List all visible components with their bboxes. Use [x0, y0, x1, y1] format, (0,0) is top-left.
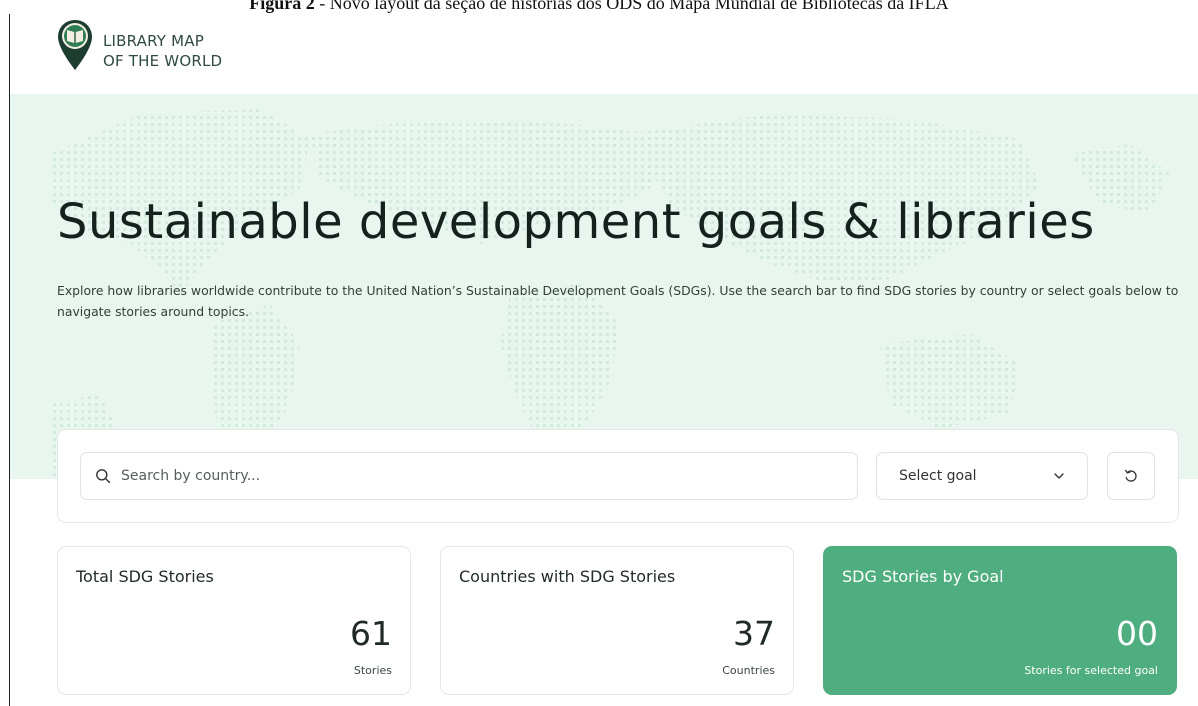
stat-card-total-stories: Total SDG Stories 61 Stories — [57, 546, 411, 695]
site-logo[interactable]: LIBRARY MAP OF THE WORLD — [57, 19, 222, 71]
goal-select-value: Select goal — [899, 468, 977, 484]
figure-caption: Figura 2 - Novo layout da seção de histó… — [0, 0, 1198, 15]
figure-caption-text: - Novo layout da seção de histórias dos … — [314, 0, 949, 13]
stat-card-countries: Countries with SDG Stories 37 Countries — [440, 546, 794, 695]
hero-banner: Sustainable development goals & librarie… — [10, 94, 1198, 479]
stat-unit: Stories — [353, 664, 392, 677]
stat-unit: Countries — [722, 664, 775, 677]
stat-value: 00 — [1116, 614, 1158, 653]
search-icon — [96, 469, 111, 484]
stat-unit: Stories for selected goal — [1024, 664, 1158, 677]
stat-card-stories-by-goal: SDG Stories by Goal 00 Stories for selec… — [823, 546, 1177, 695]
site-logo-line2: OF THE WORLD — [103, 52, 223, 70]
stat-title: Total SDG Stories — [76, 567, 214, 586]
stat-title: SDG Stories by Goal — [842, 567, 1004, 586]
page-title: Sustainable development goals & librarie… — [57, 194, 1095, 250]
site-logo-line1: LIBRARY MAP — [103, 32, 204, 50]
stat-title: Countries with SDG Stories — [459, 567, 676, 586]
search-field[interactable] — [80, 452, 858, 500]
reset-button[interactable] — [1107, 452, 1155, 500]
goal-select[interactable]: Select goal — [876, 452, 1088, 500]
reset-icon — [1124, 469, 1137, 482]
map-pin-book-icon — [58, 20, 92, 70]
site-logo-text: LIBRARY MAP OF THE WORLD — [103, 31, 222, 71]
search-input[interactable] — [119, 467, 823, 485]
chevron-down-icon — [1054, 473, 1064, 479]
screenshot-frame: LIBRARY MAP OF THE WORLD Sustainable dev… — [9, 14, 1198, 706]
stat-value: 37 — [733, 614, 775, 653]
figure-caption-label: Figura 2 — [249, 0, 315, 13]
search-filter-card: Select goal — [57, 429, 1179, 523]
stat-value: 61 — [350, 614, 392, 653]
page-description: Explore how libraries worldwide contribu… — [57, 283, 1179, 319]
